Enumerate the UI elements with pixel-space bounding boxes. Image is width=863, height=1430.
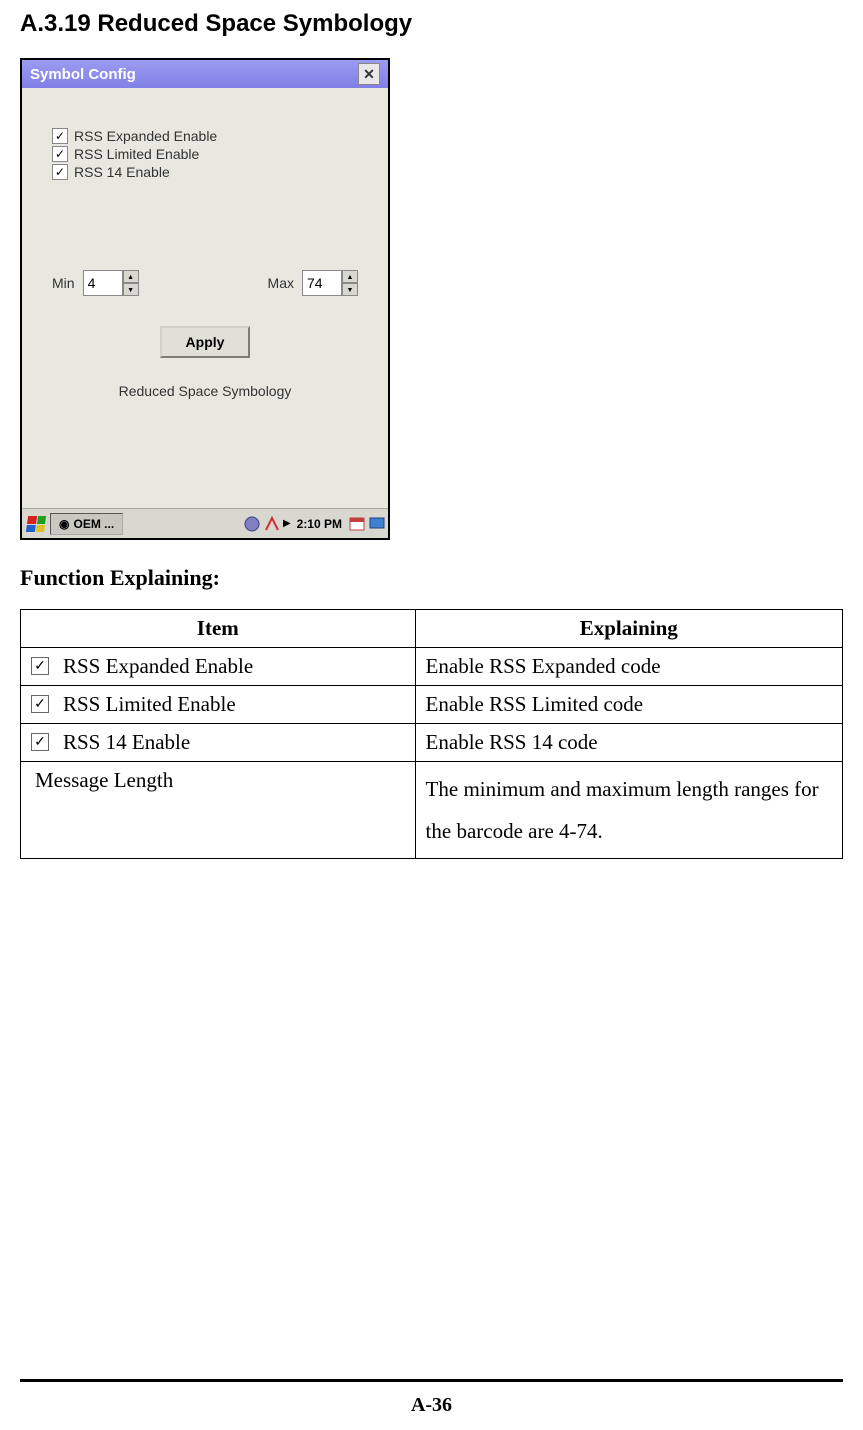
windows-flag-icon xyxy=(26,516,46,532)
function-explaining-heading: Function Explaining: xyxy=(20,565,843,591)
checkbox-row: ✓ RSS Limited Enable xyxy=(52,146,358,162)
min-spinner: ▲ ▼ xyxy=(83,270,139,296)
checkbox-rss-limited[interactable]: ✓ xyxy=(52,146,68,162)
table-row: ✓ RSS Limited Enable Enable RSS Limited … xyxy=(21,686,843,724)
taskbar-app-label: OEM ... xyxy=(73,517,114,531)
max-label: Max xyxy=(268,275,294,291)
taskbar: ◉ OEM ... ▶ 2:10 PM xyxy=(22,508,388,538)
start-button[interactable] xyxy=(24,512,48,536)
page-footer: A-36 xyxy=(20,1379,843,1417)
min-max-row: Min ▲ ▼ Max ▲ ▼ xyxy=(52,270,358,296)
titlebar: Symbol Config ✕ xyxy=(22,60,388,88)
item-text: RSS Expanded Enable xyxy=(63,654,253,679)
checkbox-icon: ✓ xyxy=(31,695,49,713)
close-icon: ✕ xyxy=(363,66,375,83)
section-heading: A.3.19 Reduced Space Symbology xyxy=(20,10,843,38)
table-header-item: Item xyxy=(21,610,416,648)
checkbox-rss-expanded[interactable]: ✓ xyxy=(52,128,68,144)
apply-button[interactable]: Apply xyxy=(160,326,251,358)
checkbox-icon: ✓ xyxy=(31,733,49,751)
checkbox-label: RSS Limited Enable xyxy=(74,146,199,162)
explaining-text: Enable RSS Expanded code xyxy=(415,648,842,686)
min-down-button[interactable]: ▼ xyxy=(123,283,139,296)
dialog-body: ✓ RSS Expanded Enable ✓ RSS Limited Enab… xyxy=(22,88,388,508)
tray-icon-desktop[interactable] xyxy=(368,515,386,533)
page-number: A-36 xyxy=(411,1394,452,1416)
table-row: Message Length The minimum and maximum l… xyxy=(21,762,843,859)
checkbox-row: ✓ RSS 14 Enable xyxy=(52,164,358,180)
dialog-title: Symbol Config xyxy=(30,66,136,83)
tray-icon-calendar[interactable] xyxy=(348,515,366,533)
taskbar-app-button[interactable]: ◉ OEM ... xyxy=(50,513,123,535)
app-icon: ◉ xyxy=(59,517,69,531)
item-text: RSS Limited Enable xyxy=(63,692,236,717)
item-text: Message Length xyxy=(31,768,173,792)
explaining-text: Enable RSS Limited code xyxy=(415,686,842,724)
checkbox-row: ✓ RSS Expanded Enable xyxy=(52,128,358,144)
item-text: RSS 14 Enable xyxy=(63,730,190,755)
min-input[interactable] xyxy=(83,270,123,296)
dialog-caption: Reduced Space Symbology xyxy=(52,383,358,399)
checkbox-icon: ✓ xyxy=(31,657,49,675)
max-up-button[interactable]: ▲ xyxy=(342,270,358,283)
tray-icon-connection[interactable] xyxy=(263,515,281,533)
min-up-button[interactable]: ▲ xyxy=(123,270,139,283)
explaining-text: The minimum and maximum length ranges fo… xyxy=(415,762,842,859)
table-row: ✓ RSS 14 Enable Enable RSS 14 code xyxy=(21,724,843,762)
explaining-text: Enable RSS 14 code xyxy=(415,724,842,762)
checkbox-label: RSS Expanded Enable xyxy=(74,128,217,144)
tray-icon-network[interactable] xyxy=(243,515,261,533)
table-header-explaining: Explaining xyxy=(415,610,842,648)
max-input[interactable] xyxy=(302,270,342,296)
max-spinner: ▲ ▼ xyxy=(302,270,358,296)
close-button[interactable]: ✕ xyxy=(358,63,380,85)
min-label: Min xyxy=(52,275,75,291)
checkbox-label: RSS 14 Enable xyxy=(74,164,170,180)
checkbox-rss-14[interactable]: ✓ xyxy=(52,164,68,180)
taskbar-clock[interactable]: 2:10 PM xyxy=(293,517,346,531)
max-down-button[interactable]: ▼ xyxy=(342,283,358,296)
table-row: ✓ RSS Expanded Enable Enable RSS Expande… xyxy=(21,648,843,686)
tray-chevron-icon[interactable]: ▶ xyxy=(283,518,291,529)
explaining-table: Item Explaining ✓ RSS Expanded Enable En… xyxy=(20,609,843,859)
dialog-screenshot: Symbol Config ✕ ✓ RSS Expanded Enable ✓ … xyxy=(20,58,390,540)
